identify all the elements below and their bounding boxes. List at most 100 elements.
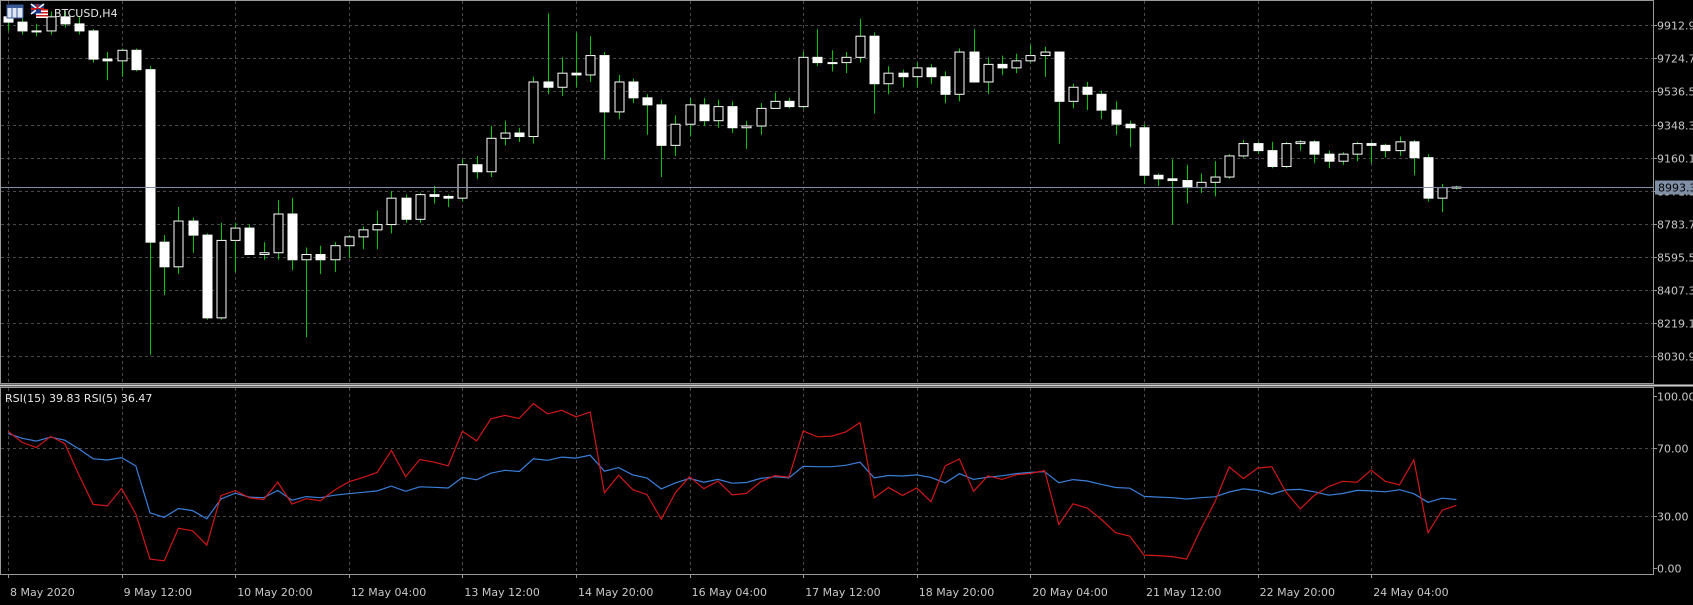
candle-body-bear — [514, 132, 525, 138]
candle-body-bull — [216, 239, 227, 319]
time-label: 22 May 20:00 — [1260, 586, 1335, 599]
candle-body-bear — [1054, 51, 1065, 102]
candle-body-bear — [443, 195, 454, 199]
candle-body-bear — [642, 97, 653, 106]
candle-body-bull — [330, 245, 341, 261]
candle-body-bull — [713, 106, 724, 122]
candle-body-bear — [1139, 127, 1150, 176]
candle-body-bull — [557, 72, 568, 88]
candle-body-bull — [273, 213, 284, 254]
chart-window[interactable]: 9912.99724.79536.59348.39160.18971.98783… — [0, 0, 1693, 601]
time-label: 13 May 12:00 — [464, 586, 539, 599]
svg-text:8993.3: 8993.3 — [1658, 182, 1693, 195]
candle-body-bull — [1040, 51, 1051, 57]
candle-body-bear — [1182, 180, 1193, 189]
candle-body-bull — [954, 51, 965, 95]
candle-body-bear — [159, 241, 170, 268]
price-tick-label: 9160.1 — [1657, 153, 1693, 166]
candle-body-bear — [1366, 143, 1377, 146]
price-tick-label: 9912.9 — [1657, 20, 1693, 33]
chart-window-icon[interactable] — [6, 4, 24, 19]
price-tick-label: 8030.9 — [1657, 351, 1693, 364]
candle-body-bear — [926, 67, 937, 78]
candle-body-bull — [1025, 55, 1036, 62]
chart-canvas[interactable]: 9912.99724.79536.59348.39160.18971.98783… — [0, 0, 1693, 601]
time-label: 14 May 20:00 — [578, 586, 653, 599]
candle-body-bull — [1395, 141, 1406, 152]
candle-body-bear — [571, 72, 582, 76]
time-label: 12 May 04:00 — [351, 586, 426, 599]
candle-body-bull — [528, 81, 539, 138]
candle-body-bear — [784, 100, 795, 108]
rsi-tick-label: 70.00 — [1657, 443, 1689, 456]
candle-body-bear — [869, 35, 880, 85]
candle-body-bear — [472, 164, 483, 173]
candle-body-bear — [1253, 143, 1264, 152]
candle — [88, 29, 99, 63]
price-tick-label: 8219.1 — [1657, 318, 1693, 331]
time-label: 16 May 04:00 — [692, 586, 767, 599]
rsi-tick-label: 100.00 — [1657, 391, 1693, 404]
candle — [1423, 154, 1434, 202]
candle-body-bull — [117, 49, 128, 62]
candle — [244, 224, 255, 255]
candle-body-bull — [1338, 153, 1349, 162]
candle-body-bear — [145, 69, 156, 243]
time-axis: 8 May 2020 9 May 12:00 10 May 20:00 12 May … — [8, 574, 1449, 599]
candle-body-bear — [599, 55, 610, 113]
candle-body-bull — [1295, 141, 1306, 145]
candle-body-bull — [883, 72, 894, 85]
time-label: 20 May 04:00 — [1032, 586, 1107, 599]
candle-body-bear — [543, 81, 554, 88]
candle — [528, 76, 539, 144]
candle-body-bear — [188, 220, 199, 236]
candle-body-bear — [1267, 150, 1278, 167]
candle-body-bear — [1096, 93, 1107, 111]
rsi-panel[interactable] — [0, 387, 1654, 575]
candle-body-bear — [656, 104, 667, 146]
rsi-tick-label: 0.00 — [1657, 563, 1682, 576]
candle-body-bear — [88, 30, 99, 60]
time-label: 21 May 12:00 — [1146, 586, 1221, 599]
candle-body-bull — [1068, 86, 1079, 102]
time-label: 8 May 2020 — [10, 586, 75, 599]
candle-body-bull — [486, 137, 497, 173]
price-tick-label: 8595.5 — [1657, 252, 1693, 265]
candle-body-bull — [1224, 155, 1235, 178]
candle-body-bear — [1125, 123, 1136, 129]
candle-body-bear — [1167, 178, 1178, 182]
price-tick-label: 9724.7 — [1657, 53, 1693, 66]
candle-body-bull — [415, 194, 426, 220]
candle — [457, 159, 468, 202]
candle-body-bear — [997, 63, 1008, 69]
candle-body-bull — [585, 55, 596, 76]
candle-body-bear — [727, 106, 738, 129]
candle-body-bear — [940, 76, 951, 95]
candle-body-bull — [31, 30, 42, 33]
candle — [202, 233, 213, 320]
candle-body-bull — [358, 229, 369, 238]
candle — [614, 74, 625, 119]
candle-body-bull — [1196, 181, 1207, 189]
candle-body-bull — [741, 125, 752, 129]
price-tick-label: 8783.7 — [1657, 219, 1693, 232]
candle-body-bear — [17, 21, 28, 32]
chart-symbol-label: BTCUSD,H4 — [54, 7, 118, 20]
candle — [798, 52, 809, 109]
candle-body-bull — [983, 63, 994, 83]
candle — [131, 48, 142, 72]
time-label: 17 May 12:00 — [805, 586, 880, 599]
candle-body-bull — [1210, 176, 1221, 183]
candle-body-bull — [1437, 187, 1448, 199]
candle-body-bear — [969, 51, 980, 83]
candle-body-bull — [1011, 60, 1022, 69]
candle — [1281, 141, 1292, 169]
candle-body-bear — [202, 234, 213, 319]
time-label: 18 May 20:00 — [919, 586, 994, 599]
candle-body-bear — [1409, 141, 1420, 159]
candle-body-bear — [898, 72, 909, 78]
candle-body-bear — [1309, 141, 1320, 155]
rsi-axis: 100.00 70.00 30.00 0.00 — [1653, 391, 1693, 576]
time-label: 24 May 04:00 — [1373, 586, 1448, 599]
candle-body-bull — [841, 56, 852, 64]
